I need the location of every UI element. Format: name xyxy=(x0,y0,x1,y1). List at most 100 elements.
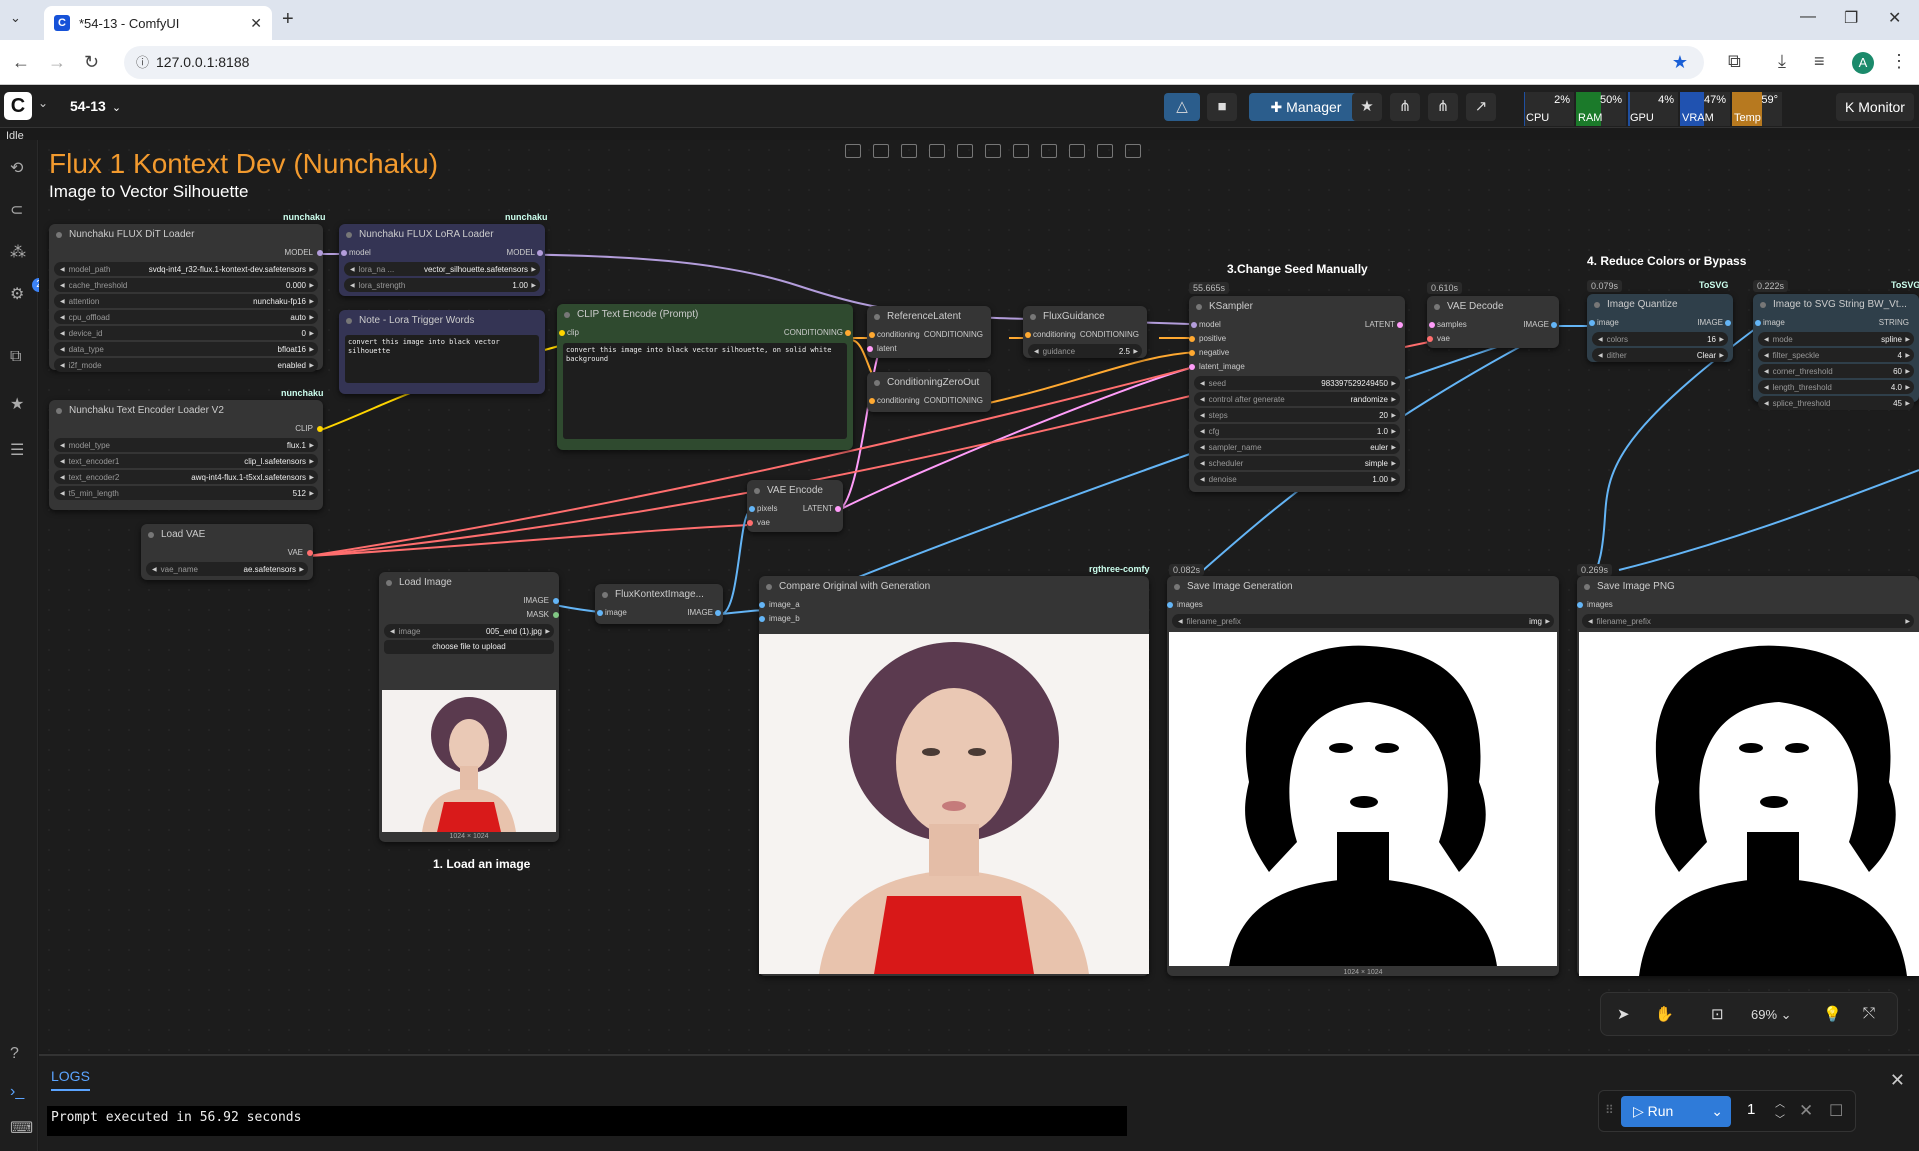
widget-cache-threshold[interactable]: cache_threshold 0.000 xyxy=(54,278,318,292)
slot-dot[interactable] xyxy=(1551,322,1557,328)
fit-view-icon[interactable]: ⊡ xyxy=(1711,1005,1724,1023)
widget-attention[interactable]: attention nunchaku-fp16 xyxy=(54,294,318,308)
history-icon[interactable]: ⟲ xyxy=(10,158,23,178)
templates-icon[interactable]: ☰ xyxy=(10,440,24,460)
increment-icon[interactable]: ︿ xyxy=(1775,1095,1785,1110)
node-load-image[interactable]: Load Image IMAGE MASK image 005_end (1).j… xyxy=(379,572,559,842)
input-vae[interactable]: vae xyxy=(747,516,843,530)
widget-corner-threshold[interactable]: corner_threshold 60 xyxy=(1758,364,1914,378)
node-vae-decode[interactable]: VAE Decode samples IMAGE vae xyxy=(1427,296,1559,348)
select-tool-icon[interactable]: ➤ xyxy=(1617,1005,1630,1023)
run-button[interactable]: ▷ Run ⌄ xyxy=(1621,1096,1731,1127)
slot-dot[interactable] xyxy=(317,426,323,432)
site-info-icon[interactable]: ⓘ xyxy=(136,46,149,79)
upload-button[interactable]: choose file to upload xyxy=(384,640,554,654)
widget-model-type[interactable]: model_type flux.1 xyxy=(54,438,318,452)
widget-steps[interactable]: steps 20 xyxy=(1194,408,1400,422)
png-silhouette-preview[interactable] xyxy=(1579,632,1919,976)
align-button-icon[interactable] xyxy=(985,144,1001,158)
align-button-icon[interactable] xyxy=(1041,144,1057,158)
widget-model-path[interactable]: model_path svdq-int4_r32-flux.1-kontext-d… xyxy=(54,262,318,276)
close-panel-icon[interactable]: ✕ xyxy=(1890,1070,1905,1091)
widget-filter-speckle[interactable]: filter_speckle 4 xyxy=(1758,348,1914,362)
hand-tool-icon[interactable]: ✋ xyxy=(1655,1005,1674,1023)
generated-silhouette-preview[interactable] xyxy=(1169,632,1557,966)
canvas-mode-icon[interactable]: △ xyxy=(1164,93,1200,121)
manager-button[interactable]: ✚ Manager xyxy=(1249,93,1363,121)
node-save-image-generation[interactable]: Save Image Generation images filename_pr… xyxy=(1167,576,1559,976)
slot-dot[interactable] xyxy=(559,330,565,336)
drag-handle-icon[interactable]: ⠿ xyxy=(1605,1103,1614,1117)
widget-vae-name[interactable]: vae_name ae.safetensors xyxy=(146,562,308,576)
zoom-level[interactable]: 69% ⌄ xyxy=(1751,1007,1792,1023)
slot-dot[interactable] xyxy=(759,602,765,608)
slot-dot[interactable] xyxy=(1577,602,1583,608)
widget-text-encoder1[interactable]: text_encoder1 clip_l.safetensors xyxy=(54,454,318,468)
output-image[interactable]: IMAGE xyxy=(379,594,559,608)
bookmark-star-icon[interactable]: ★ xyxy=(1672,46,1688,79)
slot-dot[interactable] xyxy=(1191,322,1197,328)
node-title[interactable]: Compare Original with Generation xyxy=(759,576,1149,598)
filename-prefix-field[interactable]: filename_prefix xyxy=(1582,614,1914,628)
slot-dot[interactable] xyxy=(1589,320,1595,326)
node-title[interactable]: Nunchaku FLUX LoRA Loader xyxy=(339,224,545,246)
slot-dot[interactable] xyxy=(759,616,765,622)
widget-denoise[interactable]: denoise 1.00 xyxy=(1194,472,1400,486)
browser-tab[interactable]: C *54-13 - ComfyUI ✕ xyxy=(44,6,272,40)
align-button-icon[interactable] xyxy=(901,144,917,158)
node-title[interactable]: FluxKontextImage... xyxy=(595,584,723,606)
workflow-tab[interactable]: 54-13 ⌄ xyxy=(70,98,121,114)
slot-dot[interactable] xyxy=(1725,320,1731,326)
widget-sampler-name[interactable]: sampler_name euler xyxy=(1194,440,1400,454)
terminal-icon[interactable]: ›_ xyxy=(10,1083,24,1101)
slot-dot[interactable] xyxy=(307,550,313,556)
close-tab-icon[interactable]: ✕ xyxy=(250,15,262,32)
widget-cfg[interactable]: cfg 1.0 xyxy=(1194,424,1400,438)
prompt-text[interactable]: convert this image into black vector sil… xyxy=(563,343,847,439)
widget-control-after-generate[interactable]: control after generate randomize xyxy=(1194,392,1400,406)
input-positive[interactable]: positive xyxy=(1189,332,1405,346)
widget-length-threshold[interactable]: length_threshold 4.0 xyxy=(1758,380,1914,394)
reload-icon[interactable]: ↻ xyxy=(84,52,99,73)
slot-dot[interactable] xyxy=(1189,336,1195,342)
slot-dot[interactable] xyxy=(747,520,753,526)
node-compare-images[interactable]: Compare Original with Generation image_a… xyxy=(759,576,1149,976)
node-title[interactable]: CLIP Text Encode (Prompt) xyxy=(557,304,853,326)
node-note[interactable]: Note - Lora Trigger Words convert this i… xyxy=(339,310,545,394)
slot-dot[interactable] xyxy=(553,612,559,618)
node-image-quantize[interactable]: Image Quantize image IMAGE colors 16 dither… xyxy=(1587,294,1733,362)
widget-lora-strength[interactable]: lora_strength 1.00 xyxy=(344,278,540,292)
widget-mode[interactable]: mode spline xyxy=(1758,332,1914,346)
slot-dot[interactable] xyxy=(845,330,851,336)
node-title[interactable]: Load VAE xyxy=(141,524,313,546)
slot-dot[interactable] xyxy=(1189,350,1195,356)
favorites-icon[interactable]: ★ xyxy=(10,394,24,414)
slot-dot[interactable] xyxy=(749,506,755,512)
slot-dot[interactable] xyxy=(537,250,543,256)
forward-icon[interactable]: → xyxy=(48,52,66,73)
tab-search-icon[interactable]: ⌄ xyxy=(10,10,21,26)
url-field[interactable]: ⓘ 127.0.0.1:8188 ★ xyxy=(124,46,1704,79)
node-flux-guidance[interactable]: FluxGuidance conditioningCONDITIONING gu… xyxy=(1023,306,1147,358)
slot-dot[interactable] xyxy=(1167,602,1173,608)
chevron-down-icon[interactable]: ⌄ xyxy=(1711,1096,1723,1127)
widget-colors[interactable]: colors 16 xyxy=(1592,332,1728,346)
node-reference-latent[interactable]: ReferenceLatent conditioning CONDITIONING… xyxy=(867,306,991,358)
widget-scheduler[interactable]: scheduler simple xyxy=(1194,456,1400,470)
node-save-image-png[interactable]: Save Image PNG images filename_prefix xyxy=(1577,576,1919,976)
node-load-vae[interactable]: Load VAE VAE vae_name ae.safetensors xyxy=(141,524,313,580)
slot-dot[interactable] xyxy=(317,250,323,256)
star-icon[interactable]: ★ xyxy=(1352,93,1382,121)
align-button-icon[interactable] xyxy=(873,144,889,158)
download-icon[interactable]: ⤓ xyxy=(1778,51,1786,72)
align-button-icon[interactable] xyxy=(1125,144,1141,158)
align-button-icon[interactable] xyxy=(1013,144,1029,158)
cancel-icon[interactable]: ✕ xyxy=(1799,1101,1813,1121)
note-text[interactable]: convert this image into black vector sil… xyxy=(345,335,539,383)
slot-dot[interactable] xyxy=(835,506,841,512)
align-button-icon[interactable] xyxy=(845,144,861,158)
keyboard-icon[interactable]: ⌨ xyxy=(10,1118,33,1138)
close-window-icon[interactable]: ✕ xyxy=(1888,8,1901,28)
compare-image-preview[interactable] xyxy=(759,634,1149,974)
slot-dot[interactable] xyxy=(869,332,875,338)
